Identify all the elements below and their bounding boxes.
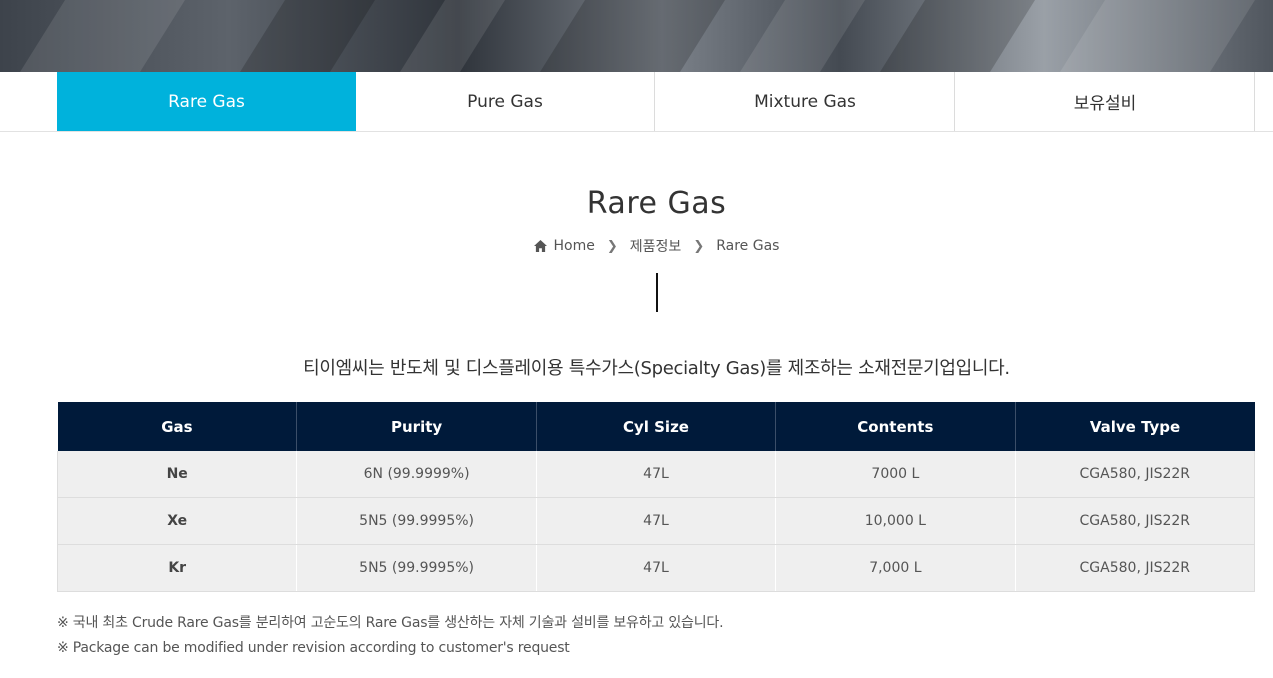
cell-contents: 7000 L [775,451,1016,498]
intro-text: 티이엠씨는 반도체 및 디스플레이용 특수가스(Specialty Gas)를 … [303,358,1010,379]
tab-mixture-gas[interactable]: Mixture Gas [656,72,955,131]
chevron-right-icon: ❯ [693,238,705,254]
cell-valve-type: CGA580, JIS22R [1014,544,1256,592]
header-contents: Contents [775,402,1016,451]
cell-purity: 5N5 (99.9995%) [296,544,537,592]
cell-purity: 6N (99.9999%) [296,451,537,498]
cell-gas: Kr [56,544,297,592]
breadcrumb-current: Rare Gas [716,238,780,254]
hero-banner-image [0,0,1273,72]
header-purity: Purity [296,402,537,451]
tab-label: Mixture Gas [754,91,856,112]
cell-cyl-size: 47L [535,451,776,498]
cell-valve-type: CGA580, JIS22R [1014,497,1256,545]
header-valve-type: Valve Type [1014,402,1255,451]
table-row: Xe 5N5 (99.9995%) 47L 10,000 L CGA580, J… [56,497,1256,545]
table-row: Ne 6N (99.9999%) 47L 7000 L CGA580, JIS2… [56,451,1256,498]
cell-gas: Xe [56,497,297,545]
cell-valve-type: CGA580, JIS22R [1014,451,1256,498]
product-tabs: Rare Gas Pure Gas Mixture Gas 보유설비 [0,72,1273,132]
page-title: Rare Gas [586,186,727,221]
title-divider [656,273,658,312]
tab-label: Pure Gas [467,91,543,112]
breadcrumb-home-link[interactable]: Home [554,238,595,254]
header-cyl-size: Cyl Size [535,402,776,451]
cell-cyl-size: 47L [535,497,776,545]
table-header-row: Gas Purity Cyl Size Contents Valve Type [57,402,1255,451]
tab-label: Rare Gas [168,91,245,112]
cell-contents: 10,000 L [775,497,1016,545]
breadcrumb: Home ❯ 제품정보 ❯ Rare Gas [0,236,1273,256]
tab-rare-gas[interactable]: Rare Gas [57,72,356,131]
cell-purity: 5N5 (99.9995%) [296,497,537,545]
cell-cyl-size: 47L [535,544,776,592]
cell-contents: 7,000 L [775,544,1016,592]
tab-label: 보유설비 [1073,94,1137,114]
tab-equipment[interactable]: 보유설비 [956,72,1255,131]
home-icon [533,240,547,252]
breadcrumb-category-link[interactable]: 제품정보 [630,236,682,256]
note-production: ※ 국내 최초 Crude Rare Gas를 분리하여 고순도의 Rare G… [57,615,724,631]
tab-pure-gas[interactable]: Pure Gas [356,72,655,131]
table-row: Kr 5N5 (99.9995%) 47L 7,000 L CGA580, JI… [56,544,1256,592]
cell-gas: Ne [56,451,297,498]
specs-table: Gas Purity Cyl Size Contents Valve Type … [56,402,1256,592]
header-gas: Gas [57,402,297,451]
note-package: ※ Package can be modified under revision… [57,640,570,656]
chevron-right-icon: ❯ [606,238,618,254]
